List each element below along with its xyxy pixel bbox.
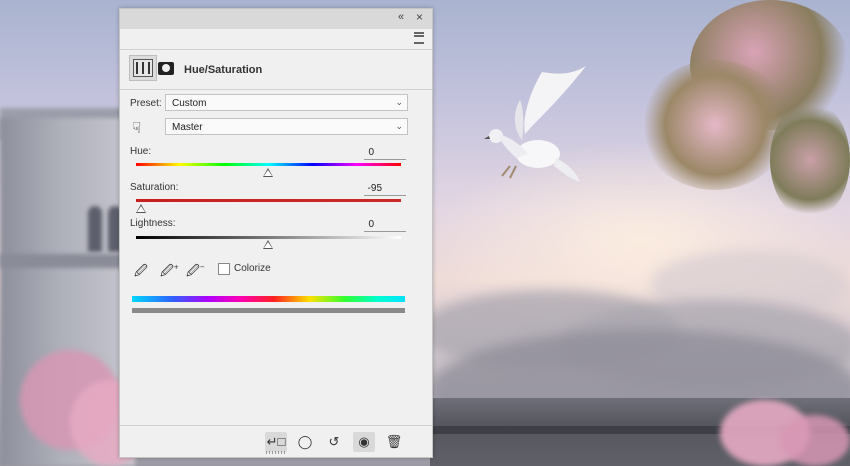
colorize-label: Colorize xyxy=(234,263,271,274)
tower-ledge xyxy=(0,254,135,268)
lightness-value-underline xyxy=(364,231,406,232)
dove xyxy=(484,66,586,182)
panel-titlebar[interactable] xyxy=(120,9,432,29)
saturation-value[interactable]: -95 xyxy=(342,183,382,194)
saturation-label: Saturation: xyxy=(130,182,179,193)
saturation-bar xyxy=(136,199,401,202)
double-chevron-icon[interactable]: « xyxy=(398,11,404,23)
resize-grip[interactable] xyxy=(266,451,286,454)
view-previous-state-icon[interactable]: ◯ xyxy=(294,432,316,452)
reset-icon[interactable]: ↺ xyxy=(323,432,345,452)
hue-label: Hue: xyxy=(130,146,152,157)
preset-label: Preset: xyxy=(130,98,162,109)
chevron-down-icon: ⌄ xyxy=(395,97,403,107)
eyedropper-add-icon[interactable]: 🖉+ xyxy=(160,262,179,284)
properties-panel: « × Hue/Saturation Preset: Custom ⌄ ☟ Ma… xyxy=(119,8,433,458)
input-color-spectrum xyxy=(132,296,405,302)
panel-divider xyxy=(120,49,432,50)
blossom-tree xyxy=(640,60,790,190)
hue-value[interactable]: 0 xyxy=(334,147,374,158)
colorize-checkbox[interactable] xyxy=(218,263,230,275)
panel-divider xyxy=(120,89,432,90)
panel-heading: Hue/Saturation xyxy=(184,64,263,76)
channel-value: Master xyxy=(172,122,203,133)
blossom xyxy=(780,415,850,466)
layer-mask-icon[interactable] xyxy=(158,62,174,75)
close-icon[interactable]: × xyxy=(416,10,423,24)
preset-select[interactable]: Custom ⌄ xyxy=(165,94,408,111)
lightness-label: Lightness: xyxy=(130,218,176,229)
chevron-down-icon: ⌄ xyxy=(395,121,403,131)
panel-menu-icon[interactable] xyxy=(414,32,424,44)
targeted-adjustment-hand-icon[interactable]: ☟ xyxy=(132,119,141,137)
delete-icon[interactable]: 🗑 xyxy=(383,432,405,452)
hue-slider-thumb[interactable] xyxy=(263,168,273,177)
blossom-tree xyxy=(770,100,850,220)
saturation-slider-thumb[interactable] xyxy=(136,204,146,213)
channel-select[interactable]: Master ⌄ xyxy=(165,118,408,135)
preset-value: Custom xyxy=(172,98,207,109)
output-color-spectrum xyxy=(132,308,405,313)
lightness-bar xyxy=(136,236,401,239)
lightness-slider-thumb[interactable] xyxy=(263,240,273,249)
toggle-visibility-icon[interactable]: ◉ xyxy=(353,432,375,452)
clip-to-layer-icon[interactable]: ↵□ xyxy=(265,432,287,452)
eyedropper-icon[interactable]: 🖉 xyxy=(134,262,148,284)
hue-saturation-adjustment-icon xyxy=(133,59,153,77)
eyedropper-subtract-icon[interactable]: 🖉− xyxy=(186,262,205,284)
hue-saturation-adjustment-button[interactable] xyxy=(129,55,157,81)
tower-window xyxy=(88,206,102,252)
hue-value-underline xyxy=(364,159,406,160)
saturation-value-underline xyxy=(364,195,406,196)
hue-bar xyxy=(136,163,401,166)
lightness-value[interactable]: 0 xyxy=(334,219,374,230)
